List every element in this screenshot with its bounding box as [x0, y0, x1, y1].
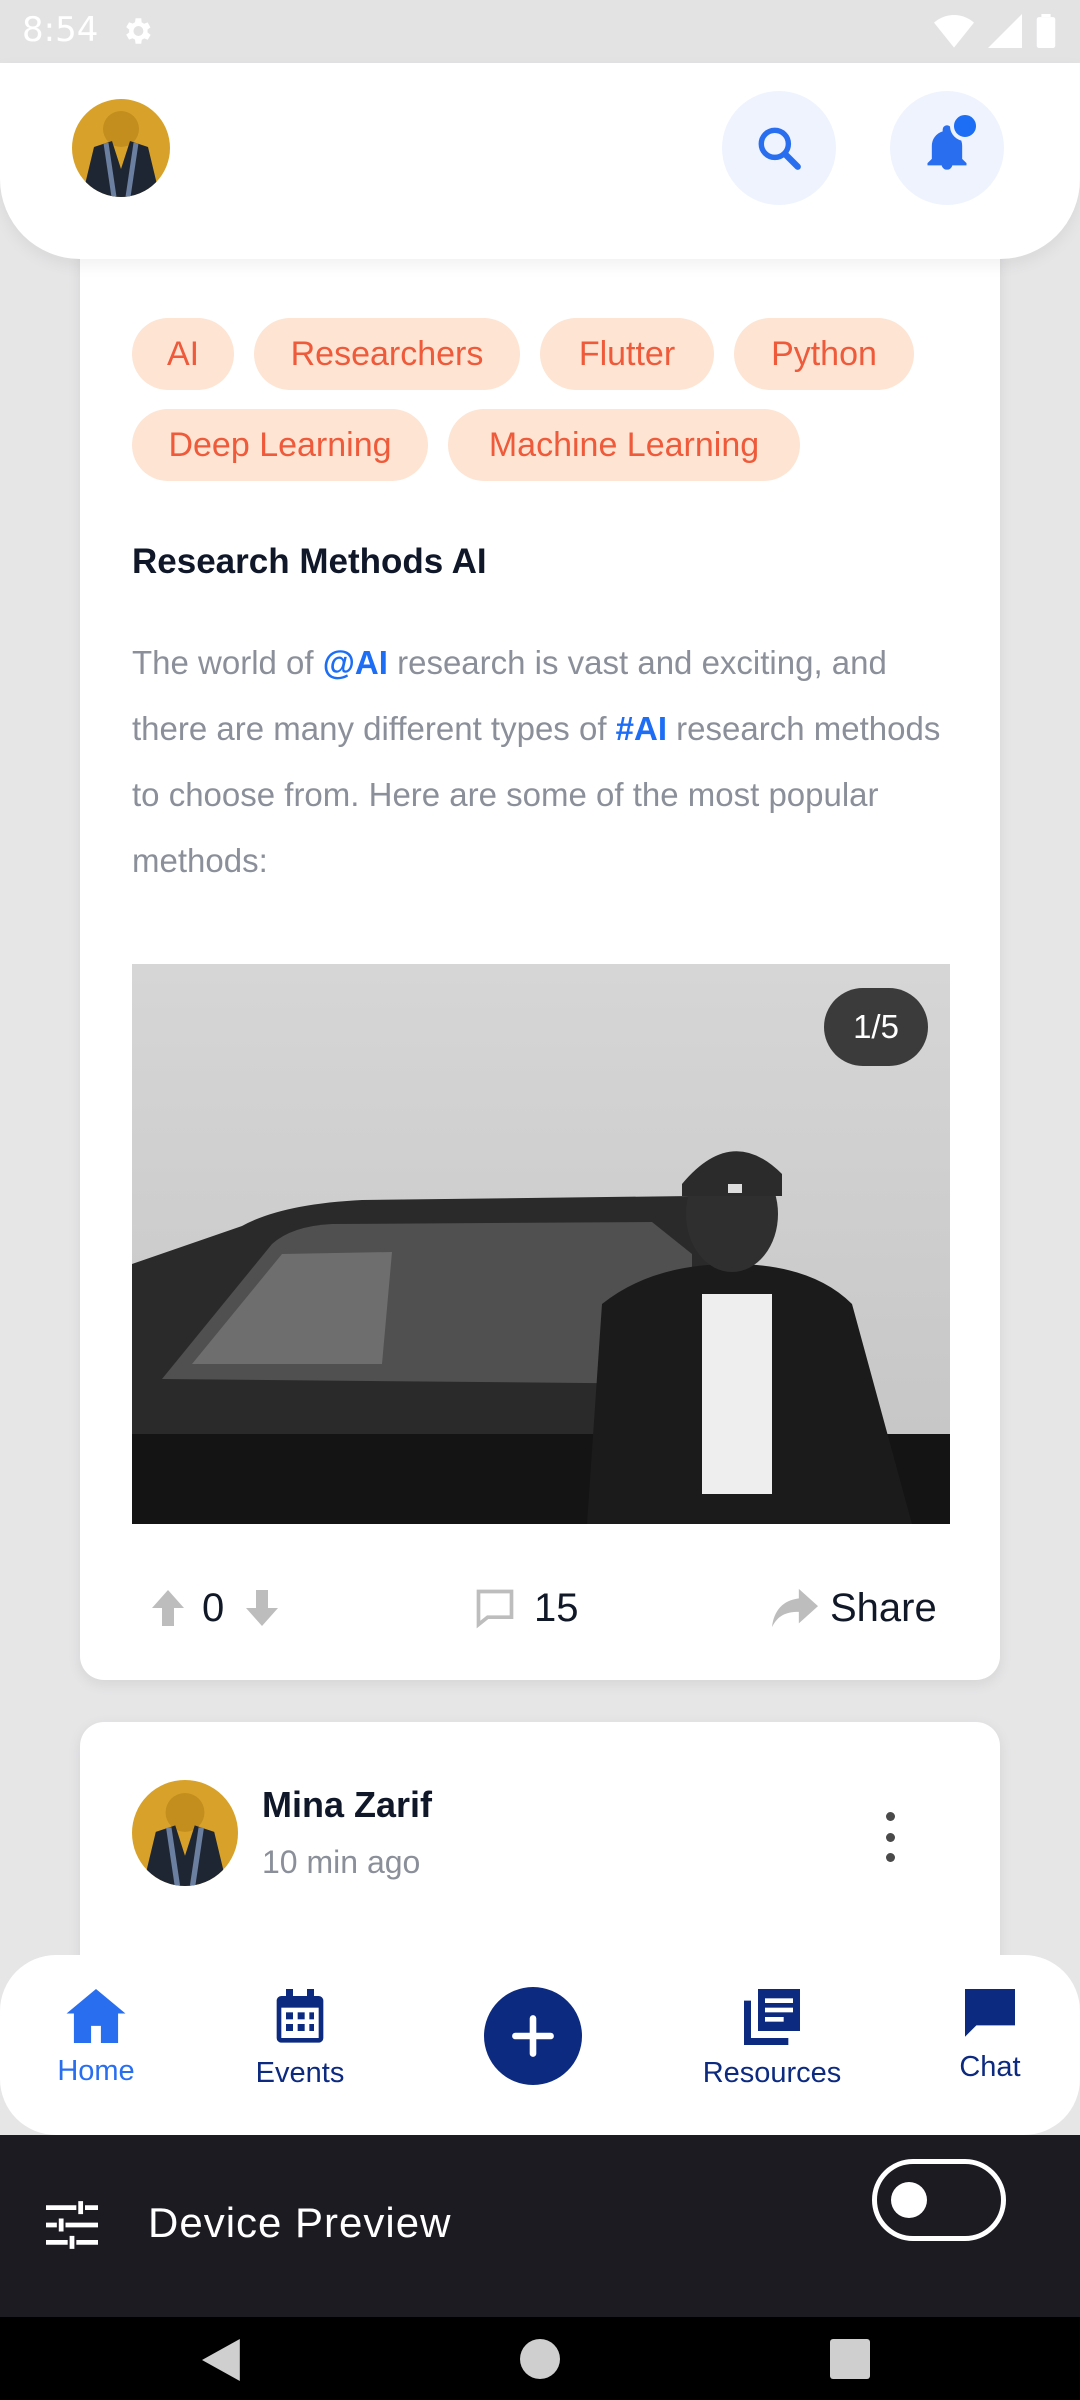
recents-icon[interactable] [830, 2339, 870, 2379]
home-icon [66, 1989, 126, 2043]
post-body-text: The world of [132, 644, 323, 681]
notification-dot [950, 111, 980, 141]
gear-icon [126, 18, 151, 44]
more-vert-icon[interactable] [878, 1812, 902, 1862]
downvote-icon[interactable] [246, 1590, 279, 1626]
battery-icon [1036, 14, 1056, 48]
tune-icon[interactable] [46, 2201, 98, 2249]
share-label: Share [830, 1585, 937, 1630]
nav-label: Resources [702, 2057, 842, 2089]
calendar-icon [276, 1989, 324, 2043]
device-preview-bar: Device Preview [0, 2135, 1080, 2317]
vote-count: 0 [202, 1585, 225, 1630]
tag-chip[interactable]: AI [132, 318, 234, 390]
device-preview-label: Device Preview [148, 2199, 452, 2246]
post-photo [132, 964, 950, 1524]
vote-group: 0 [152, 1578, 279, 1638]
system-nav-bar [0, 2317, 1080, 2400]
comment-icon [476, 1589, 514, 1629]
post-card: AI Researchers Flutter Python Deep Learn… [80, 200, 1000, 1680]
notifications-button[interactable] [890, 91, 1004, 205]
author-avatar[interactable] [132, 1780, 238, 1886]
comments-button[interactable]: 15 [472, 1578, 579, 1638]
home-circle-icon[interactable] [520, 2339, 560, 2379]
image-counter: 1/5 [824, 988, 928, 1066]
search-icon [758, 127, 801, 170]
search-button[interactable] [722, 91, 836, 205]
post-time: 10 min ago [262, 1844, 421, 1880]
plus-icon [512, 2015, 554, 2057]
tag-chip[interactable]: Researchers [254, 318, 520, 390]
nav-resources[interactable]: Resources [682, 1989, 862, 2090]
tag-chip[interactable]: Flutter [540, 318, 714, 390]
chat-icon [965, 1989, 1015, 2037]
nav-label: Chat [959, 2051, 1021, 2083]
post-body: The world of @AI research is vast and ex… [132, 630, 952, 894]
share-button[interactable]: Share [772, 1578, 937, 1638]
library-icon [744, 1989, 800, 2045]
app-header [0, 63, 1080, 259]
tag-chip[interactable]: Deep Learning [132, 409, 428, 481]
post-card-next: Mina Zarif 10 min ago [80, 1722, 1000, 1982]
avatar[interactable] [72, 99, 170, 197]
wifi-icon [934, 15, 974, 48]
nav-label: Home [57, 2055, 135, 2087]
nav-chat[interactable]: Chat [900, 1989, 1080, 2084]
post-image[interactable]: 1/5 [132, 964, 950, 1524]
device-preview-toggle[interactable] [872, 2159, 1006, 2241]
mention-link[interactable]: @AI [323, 644, 388, 681]
add-post-button[interactable] [484, 1987, 582, 2085]
share-icon [772, 1588, 818, 1628]
hashtag-link[interactable]: #AI [616, 710, 667, 747]
back-icon[interactable] [202, 2339, 244, 2381]
bottom-nav: Home Events Resources Chat [0, 1955, 1080, 2135]
status-time: 8:54 [22, 10, 99, 50]
nav-label: Events [255, 2057, 345, 2089]
nav-events[interactable]: Events [210, 1989, 390, 2090]
upvote-icon[interactable] [152, 1590, 184, 1626]
tag-chip[interactable]: Machine Learning [448, 409, 800, 481]
author-name[interactable]: Mina Zarif [262, 1784, 432, 1826]
post-title: Research Methods AI [132, 542, 487, 581]
comment-count: 15 [534, 1585, 579, 1630]
tag-chip[interactable]: Python [734, 318, 914, 390]
status-bar: 8:54 [0, 0, 1080, 63]
signal-icon [988, 14, 1022, 48]
nav-home[interactable]: Home [6, 1989, 186, 2088]
post-actions: 0 15 Share [132, 1578, 950, 1638]
